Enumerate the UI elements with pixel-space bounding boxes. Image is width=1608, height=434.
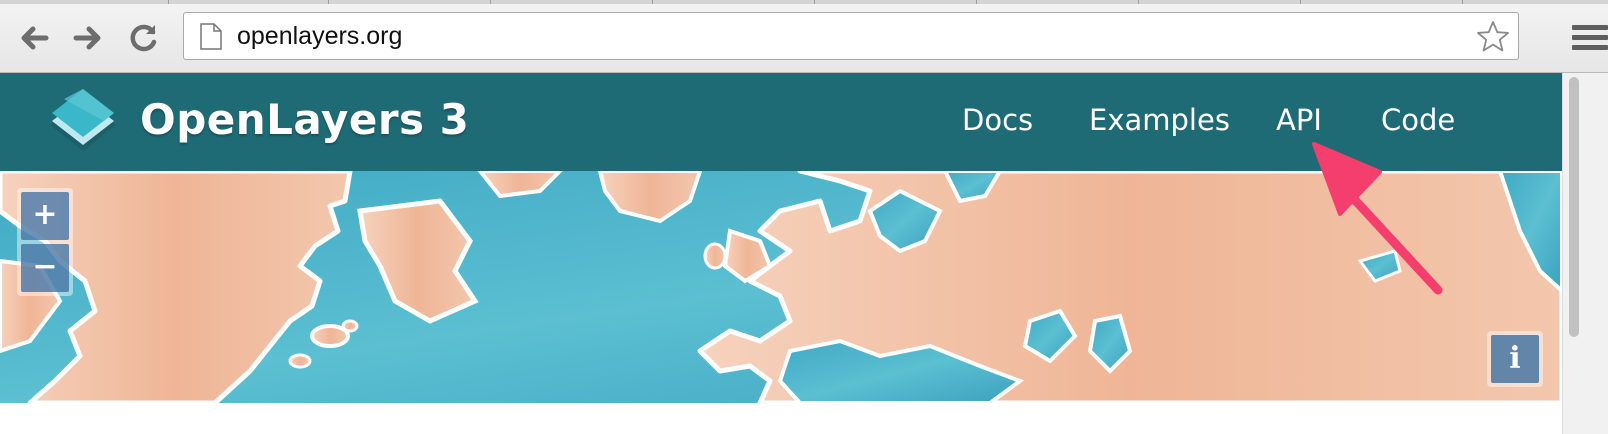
- back-arrow-icon: [21, 26, 49, 50]
- page-scrollbar[interactable]: [1562, 73, 1608, 434]
- forward-button[interactable]: [70, 20, 106, 56]
- browser-toolbar: openlayers.org: [0, 0, 1608, 73]
- scrollbar-thumb[interactable]: [1569, 77, 1579, 337]
- tab-strip: [0, 0, 1608, 4]
- page-icon: [200, 23, 222, 50]
- zoom-in-button[interactable]: +: [21, 192, 69, 240]
- back-button[interactable]: [16, 20, 52, 56]
- openlayers-logo-icon[interactable]: [44, 85, 122, 157]
- star-icon[interactable]: [1476, 20, 1510, 54]
- zoom-out-button[interactable]: −: [21, 244, 69, 292]
- url-text[interactable]: openlayers.org: [237, 22, 402, 51]
- nav-examples-link[interactable]: Examples: [1089, 103, 1230, 137]
- attribution-info-button[interactable]: i: [1491, 335, 1539, 383]
- address-bar[interactable]: openlayers.org: [183, 12, 1519, 60]
- zoom-controls: + −: [17, 188, 73, 296]
- forward-arrow-icon: [73, 26, 101, 50]
- reload-button[interactable]: [126, 20, 162, 56]
- site-title[interactable]: OpenLayers 3: [140, 95, 469, 144]
- annotation-arrow-icon: [1312, 142, 1443, 295]
- hamburger-menu-icon[interactable]: [1568, 22, 1608, 54]
- attribution-control: i: [1487, 331, 1543, 387]
- nav-docs-link[interactable]: Docs: [962, 103, 1033, 137]
- reload-icon: [130, 24, 157, 52]
